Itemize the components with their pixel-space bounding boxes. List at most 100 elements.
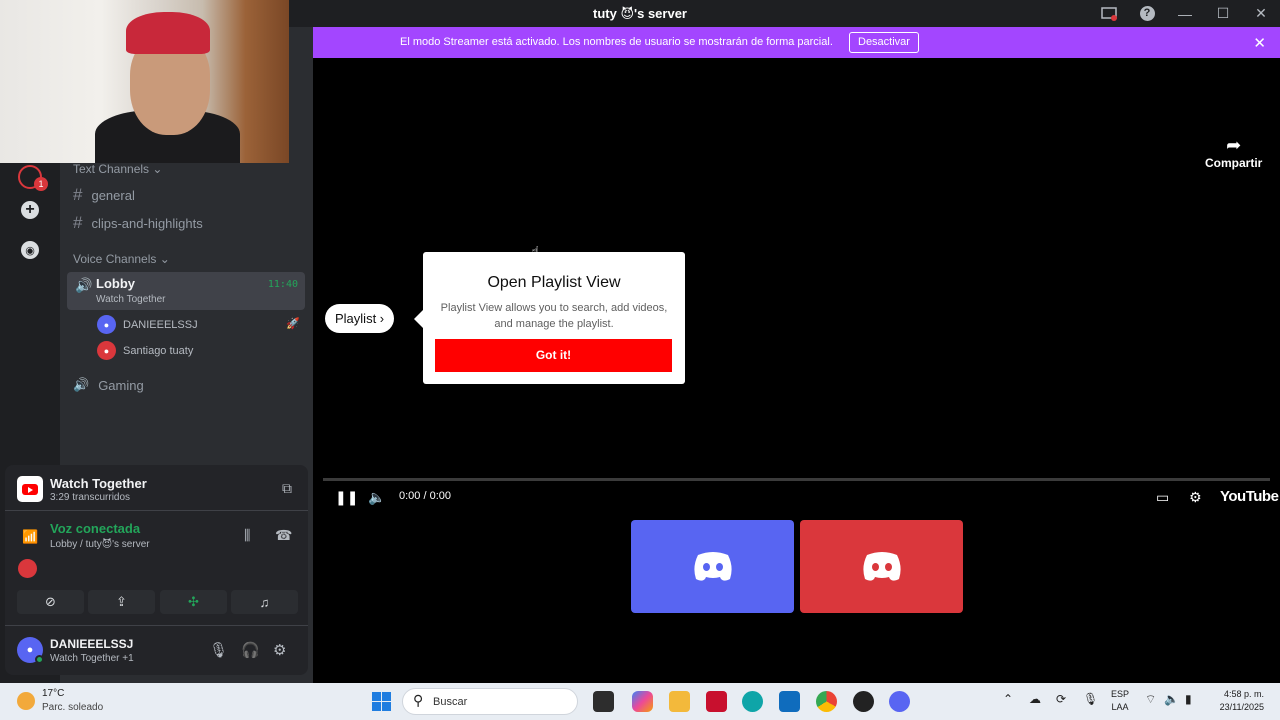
lobby-timer: 11:40: [267, 279, 298, 290]
settings-icon[interactable]: ⚙: [273, 641, 286, 659]
popout-icon[interactable]: ⧉: [282, 480, 292, 497]
youtube-logo[interactable]: YouTube: [1220, 488, 1279, 505]
channel-general[interactable]: # general: [73, 185, 135, 205]
obs-icon[interactable]: [853, 691, 874, 712]
minimize-icon[interactable]: —: [1166, 0, 1204, 27]
close-icon[interactable]: ✕: [1242, 0, 1280, 27]
webcam-overlay: [0, 0, 289, 163]
playlist-tooltip: Open Playlist View Playlist View allows …: [414, 252, 685, 384]
activity-title: Watch Together: [50, 476, 147, 491]
activity-elapsed: 3:29 transcurridos: [50, 492, 131, 503]
search-placeholder: Buscar: [433, 696, 468, 708]
soundboard-icon[interactable]: ⫼: [244, 527, 250, 544]
pause-icon[interactable]: ❚❚: [335, 489, 358, 506]
online-status-icon: [35, 655, 44, 664]
user-status: Watch Together +1: [50, 653, 134, 664]
outlook-icon[interactable]: [779, 691, 800, 712]
voice-channels-category[interactable]: Voice Channels ⌄: [73, 252, 170, 266]
text-channels-category[interactable]: Text Channels ⌄: [73, 162, 162, 176]
volume-icon[interactable]: 🔈: [1164, 692, 1179, 706]
voice-user[interactable]: ● Santiago tuaty: [97, 341, 193, 360]
settings-icon[interactable]: ⚙: [1189, 489, 1202, 506]
signal-icon: 📶: [22, 529, 39, 544]
notification-badge: 1: [34, 177, 48, 191]
weather-desc: Parc. soleado: [42, 702, 104, 713]
clock[interactable]: 4:58 p. m. 23/11/2025: [1220, 688, 1264, 714]
screen-share-icon: ⇪: [116, 594, 127, 609]
share-icon: ➦: [1226, 135, 1242, 155]
disconnect-icon[interactable]: ☎: [275, 527, 292, 544]
task-view-icon[interactable]: [593, 691, 614, 712]
divider: [5, 510, 308, 511]
hash-icon: #: [73, 185, 83, 204]
edge-icon[interactable]: [742, 691, 763, 712]
sun-icon: [17, 692, 35, 710]
hash-icon: #: [73, 213, 83, 232]
taskbar-search[interactable]: ⚲ Buscar: [402, 688, 578, 715]
battery-icon[interactable]: ▮: [1185, 692, 1192, 706]
deactivate-streamer-button[interactable]: Desactivar: [849, 32, 919, 53]
microphone-icon[interactable]: 🎙: [209, 641, 228, 659]
lobby-activity: Watch Together: [96, 294, 166, 305]
streamer-message: El modo Streamer está activado. Los nomb…: [400, 36, 833, 48]
mcafee-icon[interactable]: [706, 691, 727, 712]
share-label: Compartir: [1205, 156, 1263, 170]
speaker-icon: 🔊: [73, 377, 90, 392]
copilot-icon[interactable]: [632, 691, 653, 712]
inbox-icon[interactable]: [1090, 0, 1128, 27]
rocket-icon: 🚀: [286, 318, 300, 330]
speaker-icon: 🔊: [75, 277, 93, 293]
help-icon[interactable]: ?: [1128, 0, 1166, 27]
server-icon[interactable]: 1: [18, 165, 48, 191]
maximize-icon[interactable]: ☐: [1204, 0, 1242, 27]
chrome-icon[interactable]: [816, 691, 837, 712]
onedrive-icon[interactable]: ☁: [1029, 692, 1041, 706]
soundboard-icon: ♫: [259, 594, 270, 610]
wifi-icon[interactable]: ⌔: [1145, 692, 1156, 707]
avatar: ●: [97, 315, 116, 334]
progress-bar[interactable]: [323, 478, 1270, 481]
headphones-icon[interactable]: 🎧: [241, 641, 260, 659]
playlist-button[interactable]: Playlist ›: [325, 304, 395, 333]
show-hidden-icons-icon[interactable]: ⌃: [1003, 692, 1013, 706]
microphone-icon[interactable]: 🎙: [1083, 692, 1098, 706]
screen-share-button[interactable]: ⇪: [88, 590, 155, 614]
participant-tile[interactable]: [631, 520, 794, 613]
voice-status: Voz conectada: [50, 521, 141, 536]
discord-icon: [862, 551, 901, 581]
voice-channel-gaming[interactable]: 🔊 Gaming: [73, 377, 144, 393]
share-button[interactable]: ➦ Compartir: [1205, 135, 1262, 170]
discord-taskbar-icon[interactable]: [889, 691, 910, 712]
add-server-icon[interactable]: +: [21, 201, 39, 219]
username: DANIEEELSSJ: [50, 637, 134, 651]
sync-icon[interactable]: ⟳: [1056, 692, 1066, 706]
mouse-cursor-icon: ☝: [531, 243, 540, 259]
video-time: 0:00 / 0:00: [399, 490, 451, 502]
file-explorer-icon[interactable]: [669, 691, 690, 712]
captions-icon[interactable]: ▭: [1156, 489, 1169, 506]
channel-clips-and-highlights[interactable]: # clips-and-highlights: [73, 213, 203, 233]
camera-off-icon: ⊘: [45, 594, 56, 609]
voice-connection[interactable]: Voz conectada Lobby / tuty😈's server: [50, 521, 150, 550]
start-button[interactable]: [372, 692, 391, 711]
camera-off-button[interactable]: ⊘: [17, 590, 84, 614]
user-panel: Watch Together 3:29 transcurridos ⧉ 📶 Vo…: [5, 465, 308, 675]
tooltip-description: Playlist View allows you to search, add …: [440, 302, 668, 330]
search-icon: ⚲: [413, 692, 424, 708]
voice-user[interactable]: ● DANIEEELSSJ: [97, 315, 198, 334]
weather-temp: 17°C: [42, 688, 65, 699]
taskbar: 17°C Parc. soleado ⚲ Buscar ⌃ ☁ ⟳ 🎙 ESP L…: [0, 683, 1280, 720]
participant-tile[interactable]: [800, 520, 963, 613]
soundboard-button[interactable]: ♫: [231, 590, 298, 614]
got-it-button[interactable]: Got it!: [435, 339, 672, 372]
avatar: ●: [97, 341, 116, 360]
language-indicator[interactable]: ESP LAA: [1111, 688, 1129, 714]
voice-location: Lobby / tuty😈's server: [50, 539, 150, 550]
close-banner-icon[interactable]: ✕: [1253, 34, 1266, 52]
avatar[interactable]: [18, 559, 37, 578]
explore-icon[interactable]: ◉: [21, 241, 39, 259]
volume-icon[interactable]: 🔈: [368, 489, 385, 506]
voice-channel-lobby[interactable]: 🔊 Lobby Watch Together 11:40: [67, 272, 305, 310]
activities-button[interactable]: ✣: [160, 590, 227, 614]
youtube-icon: [17, 476, 43, 502]
